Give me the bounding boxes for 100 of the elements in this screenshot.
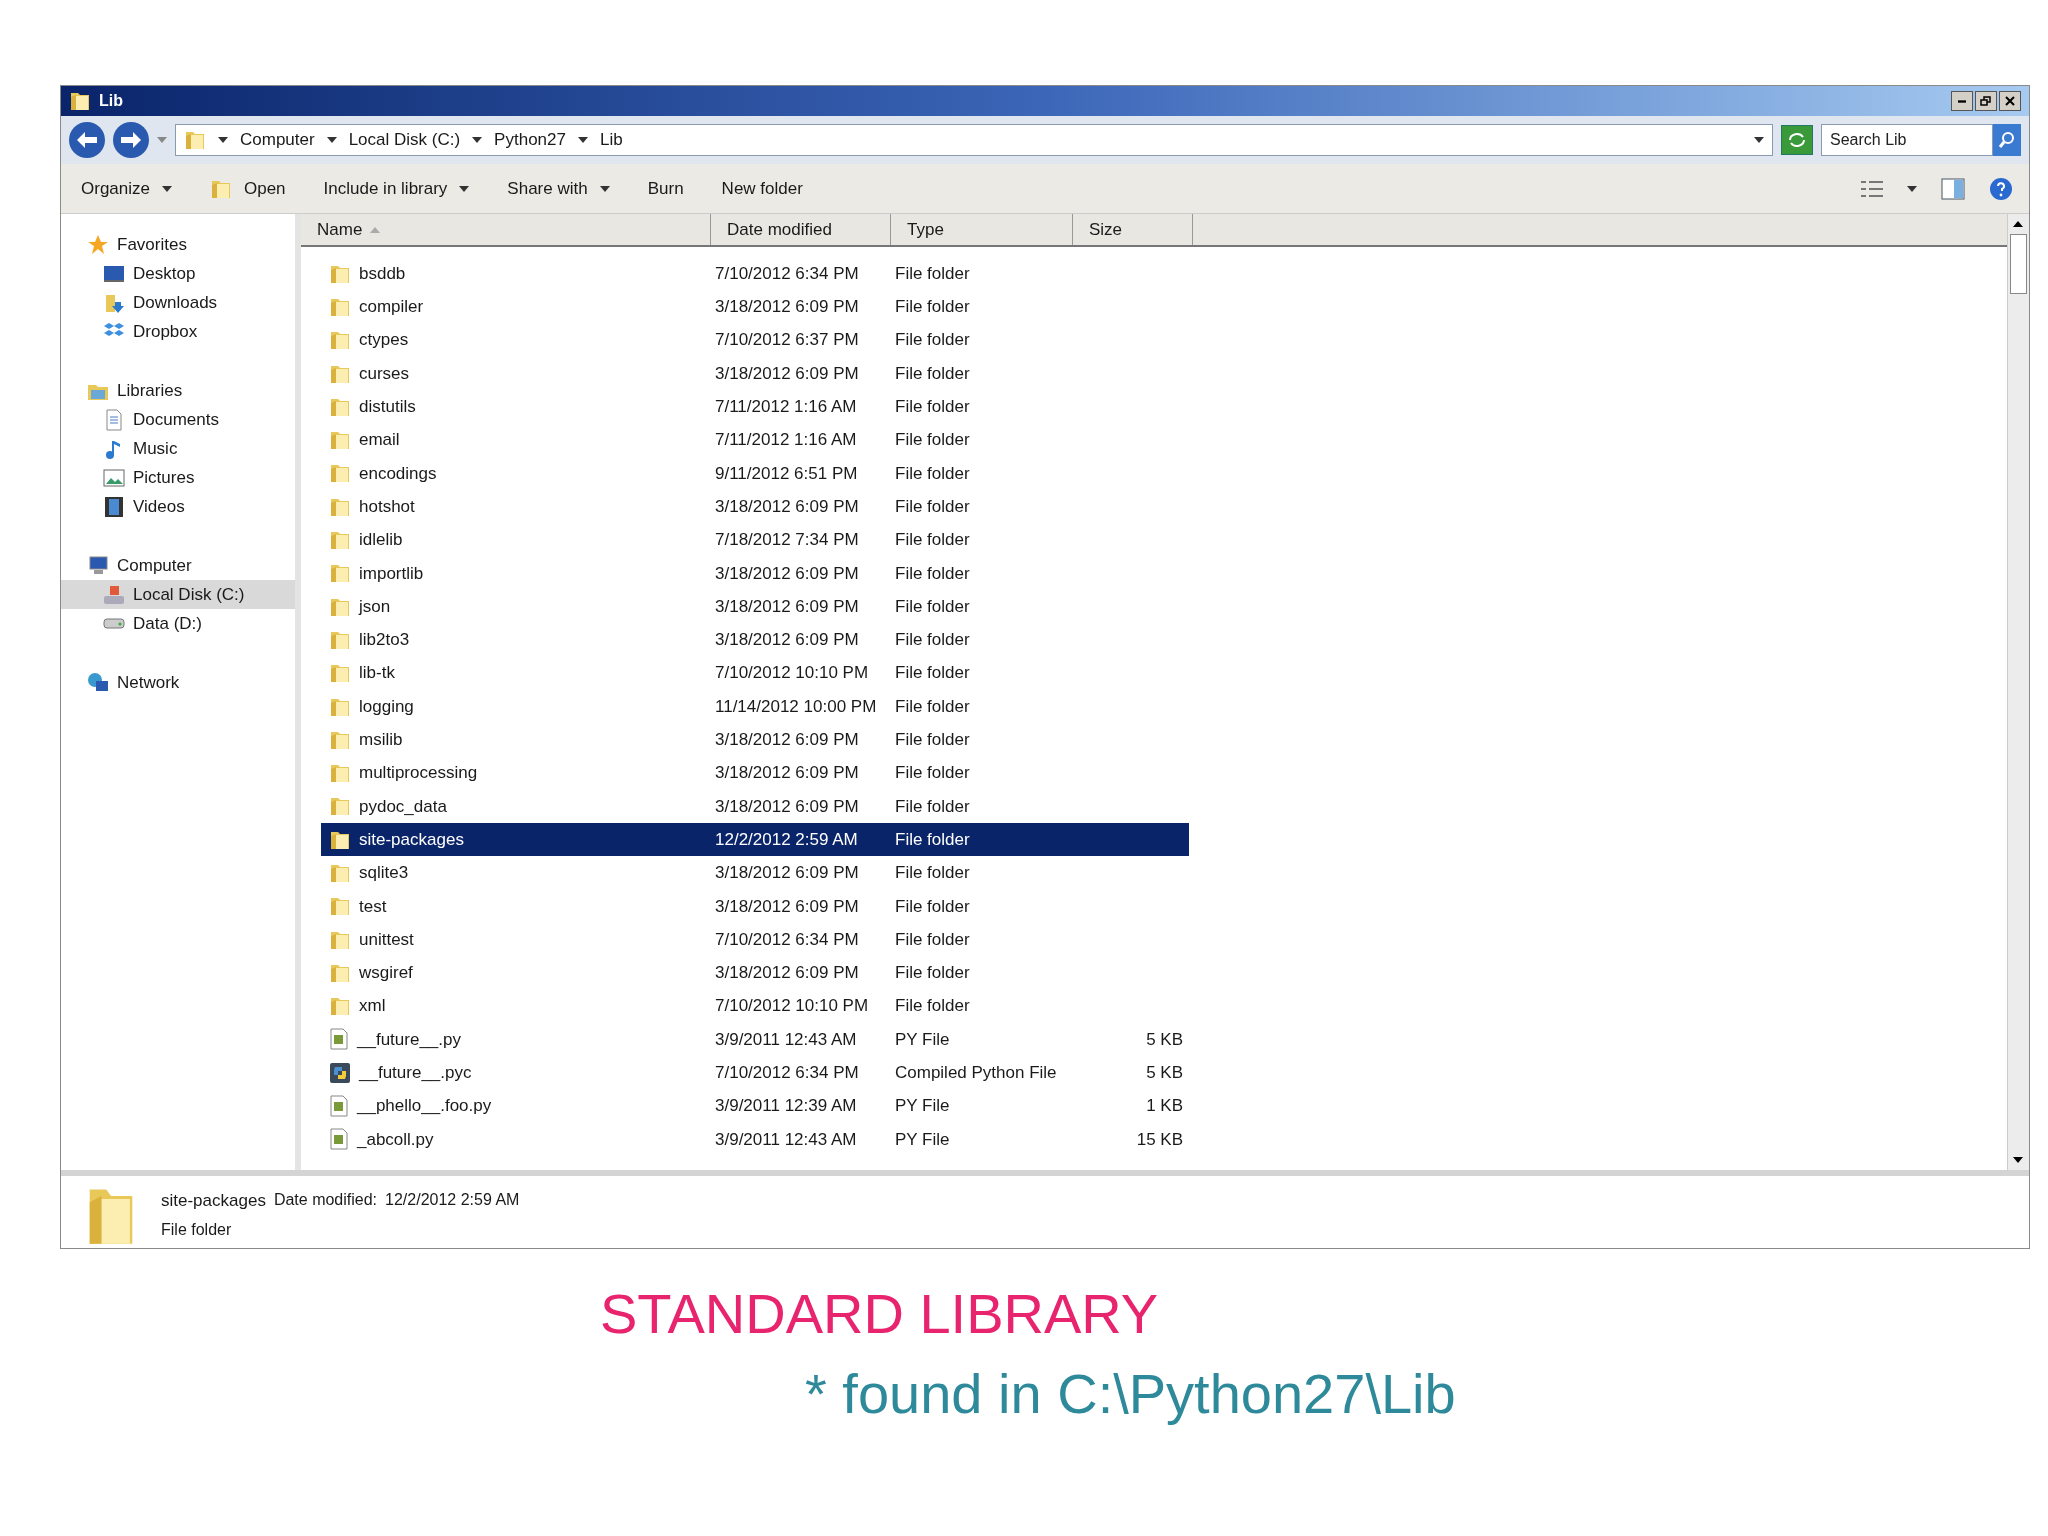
file-row[interactable]: lib-tk 7/10/2012 10:10 PM File folder [321, 656, 1189, 690]
date-modified: 3/9/2011 12:39 AM [714, 1095, 858, 1118]
file-row[interactable]: lib2to3 3/18/2012 6:09 PM File folder [321, 623, 1189, 657]
file-row[interactable]: idlelib 7/18/2012 7:34 PM File folder [321, 523, 1189, 557]
column-header[interactable]: Name [301, 214, 711, 245]
file-row[interactable]: compiler 3/18/2012 6:09 PM File folder [321, 290, 1189, 324]
file-row[interactable]: _abcoll.py 3/9/2011 12:43 AM PY File 15 KB [321, 1122, 1189, 1156]
nav-group[interactable]: Network [61, 668, 295, 697]
file-type: File folder [894, 529, 971, 552]
nav-group[interactable]: Libraries [61, 376, 295, 405]
film-icon [103, 495, 125, 518]
file-row[interactable]: json 3/18/2012 6:09 PM File folder [321, 589, 1189, 624]
nav-item[interactable]: Documents [61, 405, 295, 434]
file-row[interactable]: bsddb 7/10/2012 6:34 PM File folder [321, 257, 1189, 291]
preview-pane-icon [1941, 177, 1965, 200]
date-modified: 7/10/2012 6:34 PM [714, 1062, 860, 1084]
toolbar-button[interactable]: Share with [503, 171, 614, 206]
document-icon [103, 408, 125, 431]
search-button[interactable] [1993, 124, 2021, 156]
file-row[interactable]: __phello__.foo.py 3/9/2011 12:39 AM PY File 1 KB [321, 1089, 1189, 1123]
python-file-icon [329, 1028, 349, 1051]
nav-item[interactable]: Pictures [61, 463, 295, 492]
toolbar-button[interactable]: Organize [77, 171, 176, 206]
file-row[interactable]: msilib 3/18/2012 6:09 PM File folder [321, 723, 1189, 757]
toolbar-button[interactable]: New folder [717, 171, 807, 206]
breadcrumb[interactable]: Python27 [494, 127, 566, 153]
nav-group[interactable]: Favorites [61, 230, 295, 259]
file-name: idlelib [359, 529, 403, 552]
column-header[interactable]: Date modified [711, 214, 891, 245]
column-header[interactable]: Type [891, 214, 1073, 245]
date-modified: 12/2/2012 2:59 AM [714, 828, 859, 851]
folder-icon [329, 462, 351, 485]
file-type: File folder [894, 862, 971, 885]
breadcrumb[interactable]: Local Disk (C:) [348, 127, 461, 153]
scroll-thumb[interactable] [2010, 234, 2027, 294]
scrollbar[interactable] [2007, 214, 2029, 1170]
toolbar-button[interactable]: Open [206, 171, 290, 206]
file-row[interactable]: logging 11/14/2012 10:00 PM File folder [321, 689, 1189, 724]
address-bar[interactable]: Computer Local Disk (C:) Python27 Lib [175, 124, 1773, 156]
folder-icon [329, 862, 351, 884]
minimize-button[interactable] [1951, 91, 1973, 111]
nav-item[interactable]: Downloads [61, 288, 295, 317]
file-row[interactable]: test 3/18/2012 6:09 PM File folder [321, 889, 1189, 923]
file-type: File folder [894, 595, 971, 618]
file-row[interactable]: unittest 7/10/2012 6:34 PM File folder [321, 922, 1189, 957]
date-modified: 3/18/2012 6:09 PM [714, 962, 860, 985]
file-name: email [359, 429, 400, 452]
date-modified: 7/10/2012 10:10 PM [714, 662, 870, 685]
nav-item[interactable]: Data (D:) [61, 609, 295, 638]
file-row[interactable]: multiprocessing 3/18/2012 6:09 PM File folder [321, 756, 1189, 790]
refresh-button[interactable] [1781, 125, 1813, 155]
nav-item[interactable]: Music [61, 434, 295, 463]
date-modified: 3/9/2011 12:43 AM [714, 1128, 858, 1151]
file-row[interactable]: curses 3/18/2012 6:09 PM File folder [321, 356, 1189, 391]
file-name: multiprocessing [359, 762, 478, 785]
date-modified: 7/10/2012 6:37 PM [714, 329, 860, 352]
date-modified: 3/18/2012 6:09 PM [714, 629, 860, 652]
file-size: 1 KB [1146, 1095, 1183, 1118]
date-modified: 7/18/2012 7:34 PM [714, 529, 860, 552]
file-type: File folder [894, 262, 971, 285]
file-row[interactable]: pydoc_data 3/18/2012 6:09 PM File folder [321, 789, 1189, 824]
restore-button[interactable] [1975, 91, 1997, 111]
search-field[interactable]: Search Lib [1821, 124, 1993, 156]
breadcrumb[interactable]: Computer [240, 127, 315, 153]
nav-item[interactable]: Videos [61, 492, 295, 521]
close-button[interactable] [1999, 91, 2021, 111]
file-row[interactable]: encodings 9/11/2012 6:51 PM File folder [321, 456, 1189, 491]
file-row[interactable]: distutils 7/11/2012 1:16 AM File folder [321, 390, 1189, 424]
file-row[interactable]: sqlite3 3/18/2012 6:09 PM File folder [321, 856, 1189, 890]
column-header[interactable]: Size [1073, 214, 1193, 245]
file-type: File folder [894, 562, 971, 585]
file-row[interactable]: __future__.pyc 7/10/2012 6:34 PM Compiled Python File 5 KB [321, 1056, 1189, 1090]
search-icon [1998, 131, 2016, 149]
folder-icon [329, 662, 351, 685]
file-row[interactable]: wsgiref 3/18/2012 6:09 PM File folder [321, 956, 1189, 990]
toolbar-button[interactable]: Burn [643, 171, 688, 206]
back-button[interactable] [69, 122, 105, 158]
forward-button[interactable] [113, 122, 149, 158]
breadcrumb[interactable]: Lib [599, 127, 623, 153]
nav-group[interactable]: Computer [61, 551, 295, 580]
file-row[interactable]: __future__.py 3/9/2011 12:43 AM PY File 5 KB [321, 1022, 1189, 1057]
file-row[interactable]: ctypes 7/10/2012 6:37 PM File folder [321, 323, 1189, 357]
computer-icon [87, 554, 109, 577]
back-arrow-icon [77, 132, 97, 148]
file-type: File folder [894, 429, 971, 452]
folder-icon [329, 995, 351, 1018]
nav-item[interactable]: Dropbox [61, 317, 295, 346]
minimize-icon [1958, 99, 1966, 103]
slide-caption: * found in C:\Python27\Lib [805, 1361, 1457, 1427]
nav-item[interactable]: Local Disk (C:) [61, 580, 295, 609]
file-name: ctypes [359, 329, 409, 352]
date-modified: 3/18/2012 6:09 PM [714, 595, 860, 618]
nav-item[interactable]: Desktop [61, 259, 295, 288]
file-row[interactable]: site-packages 12/2/2012 2:59 AM File folder [321, 823, 1189, 857]
file-name: json [359, 595, 391, 618]
file-row[interactable]: importlib 3/18/2012 6:09 PM File folder [321, 556, 1189, 590]
file-row[interactable]: xml 7/10/2012 10:10 PM File folder [321, 989, 1189, 1023]
file-row[interactable]: email 7/11/2012 1:16 AM File folder [321, 423, 1189, 457]
file-row[interactable]: hotshot 3/18/2012 6:09 PM File folder [321, 490, 1189, 524]
toolbar-button[interactable]: Include in library [319, 171, 474, 206]
